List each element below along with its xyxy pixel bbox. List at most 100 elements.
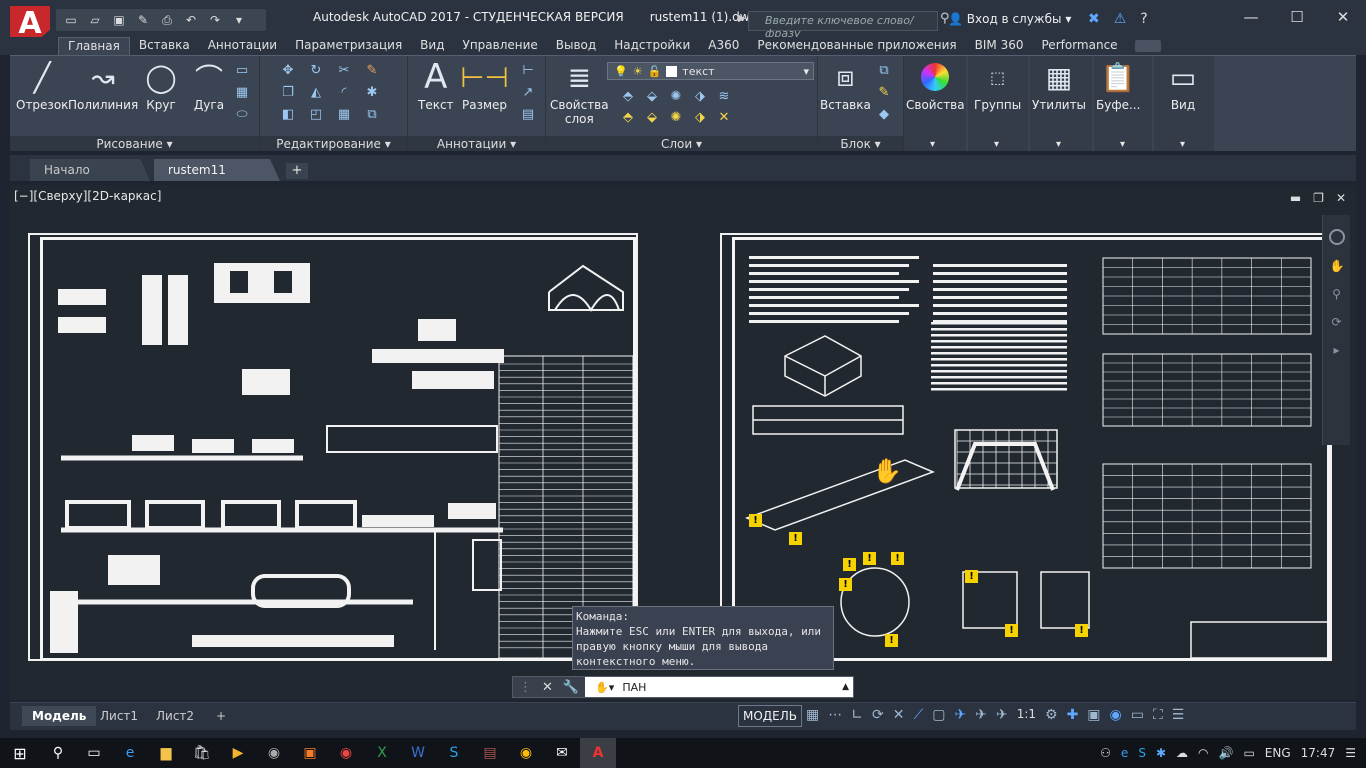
explorer-icon[interactable]: ▆ [148,738,184,768]
clipboard-panel[interactable]: 📋 Буфе... ▾ [1094,56,1152,152]
command-input[interactable]: ✋▾ ПАН ▲ [585,677,853,697]
navigation-bar[interactable]: ✋ ⚲ ⟳ ▸ [1322,215,1350,445]
plus-icon[interactable]: ✚ [1067,707,1079,723]
warning-marker-icon[interactable]: ! [885,634,898,647]
annotation-scale-icon[interactable]: ✈ [996,707,1008,723]
ribbon-options-button[interactable] [1134,40,1161,52]
model-space-button[interactable]: МОДЕЛЬ [738,705,803,727]
customize-icon[interactable]: 🔧 [563,680,579,695]
warning-marker-icon[interactable]: ! [839,578,852,591]
battery-icon[interactable]: ▭ [1243,746,1254,760]
warning-marker-icon[interactable]: ! [789,532,802,545]
winrar-icon[interactable]: ▤ [472,738,508,768]
copy-icon[interactable]: ❐ [280,84,296,100]
print-icon[interactable]: ⎙ [158,12,176,28]
fullscreen-icon[interactable]: ⛶ [1153,707,1163,723]
add-layout-button[interactable]: + [206,706,236,726]
tab-addins[interactable]: Надстройки [605,37,699,55]
layer-tool-5-icon[interactable]: ≋ [716,88,732,104]
tab-insert[interactable]: Вставка [130,37,199,55]
save-as-icon[interactable]: ✎ [134,12,152,28]
save-icon[interactable]: ▣ [110,12,128,28]
linear-dim-icon[interactable]: ⊢ [520,62,536,78]
block-attr-icon[interactable]: ◆ [876,106,892,122]
layer-tool-9-icon[interactable]: ⬗ [692,109,708,125]
line-tool[interactable]: ╱ Отрезок [16,60,68,113]
annotation-panel-label[interactable]: Аннотации ▾ [408,136,545,152]
isolate-icon[interactable]: ▣ [1087,707,1100,723]
tab-output[interactable]: Вывод [547,37,605,55]
warning-marker-icon[interactable]: ! [863,552,876,565]
customization-icon[interactable]: ☰ [1172,707,1185,723]
steering-wheel-icon[interactable] [1328,229,1345,245]
leader-icon[interactable]: ↗ [520,84,536,100]
warning-marker-icon[interactable]: ! [1075,624,1088,637]
text-tool[interactable]: A Текст [418,57,454,112]
offset-icon[interactable]: ⧉ [364,106,380,122]
tab-manage[interactable]: Управление [454,37,547,55]
search-input[interactable]: Введите ключевое слово/фразу [748,11,938,40]
application-menu-button[interactable]: A [10,6,50,40]
layout-tab-sheet2[interactable]: Лист2 [146,706,204,726]
rectangle-icon[interactable]: ▭ [234,62,250,78]
grip-icon[interactable]: ⋮ [519,680,532,695]
layers-panel-label[interactable]: Слои ▾ [546,136,817,152]
view-panel[interactable]: ▭ Вид ▾ [1154,56,1214,152]
layer-tool-1-icon[interactable]: ⬘ [620,88,636,104]
warning-marker-icon[interactable]: ! [749,514,762,527]
tab-annotate[interactable]: Аннотации [199,37,286,55]
snap-icon[interactable]: ⋯ [828,707,842,723]
clock[interactable]: 17:47 [1301,746,1336,760]
clean-screen-icon[interactable]: ▭ [1131,707,1144,723]
ortho-icon[interactable]: ∟ [851,707,863,723]
stretch-icon[interactable]: ◧ [280,106,296,122]
new-tab-button[interactable]: + [286,163,308,179]
workspace-gear-icon[interactable]: ⚙ [1045,707,1058,723]
language-indicator[interactable]: ENG [1265,746,1291,760]
mirror-icon[interactable]: ◭ [308,84,324,100]
zoom-icon[interactable]: ⚲ [1330,287,1344,301]
polyline-tool[interactable]: ↝ Полилиния [68,60,138,113]
array-icon[interactable]: ▦ [336,106,352,122]
create-block-icon[interactable]: ⧉ [876,62,892,78]
layer-tool-10-icon[interactable]: ✕ [716,109,732,125]
layout-tab-model[interactable]: Модель [22,706,97,726]
explode-icon[interactable]: ✱ [364,84,380,100]
tab-home[interactable]: Главная [58,37,130,55]
warning-marker-icon[interactable]: ! [965,570,978,583]
rotate-icon[interactable]: ↻ [308,62,324,78]
excel-icon[interactable]: X [364,738,400,768]
sign-in-button[interactable]: 👤 Вход в службы ▾ [948,12,1071,26]
search-expand-icon[interactable]: ▶ [738,13,746,24]
layer-dropdown[interactable]: 💡 ☀ 🔓 текст ▾ [607,62,814,80]
skype-icon[interactable]: S [436,738,472,768]
polar-icon[interactable]: ⟳ [872,707,884,723]
new-icon[interactable]: ▭ [62,12,80,28]
tab-performance[interactable]: Performance [1033,37,1127,55]
qat-dropdown-icon[interactable]: ▾ [230,12,248,28]
layer-tool-6-icon[interactable]: ⬘ [620,109,636,125]
warning-marker-icon[interactable]: ! [891,552,904,565]
properties-panel[interactable]: Свойства ▾ [904,56,966,152]
vp-minimize-icon[interactable]: ▬ [1290,191,1301,205]
table-icon[interactable]: ▤ [520,106,536,122]
chevron-up-icon[interactable]: ▲ [842,682,853,692]
mail-icon[interactable]: ✉ [544,738,580,768]
search-taskbar-icon[interactable]: ⚲ [40,738,76,768]
circle-tool[interactable]: ◯ Круг [144,60,178,113]
showmotion-icon[interactable]: ▸ [1330,343,1344,357]
bluetooth-icon[interactable]: ✱ [1156,746,1166,760]
grid-icon[interactable]: ▦ [806,707,819,723]
autocad-taskbar-icon[interactable]: A [580,738,616,768]
modify-panel-label[interactable]: Редактирование ▾ [260,136,407,152]
fillet-icon[interactable]: ◜ [336,84,352,100]
app-icon-2[interactable]: ▣ [292,738,328,768]
a360-icon[interactable]: ⚠ [1114,11,1127,27]
edge-tray-icon[interactable]: e [1121,746,1128,760]
exchange-icon[interactable]: ✖ [1088,11,1100,27]
arc-tool[interactable]: ⌒ Дуга [192,60,226,112]
app-icon-3[interactable]: ◉ [328,738,364,768]
tab-parametric[interactable]: Параметризация [286,37,411,55]
media-icon[interactable]: ▶ [220,738,256,768]
chrome-icon[interactable]: ◉ [508,738,544,768]
